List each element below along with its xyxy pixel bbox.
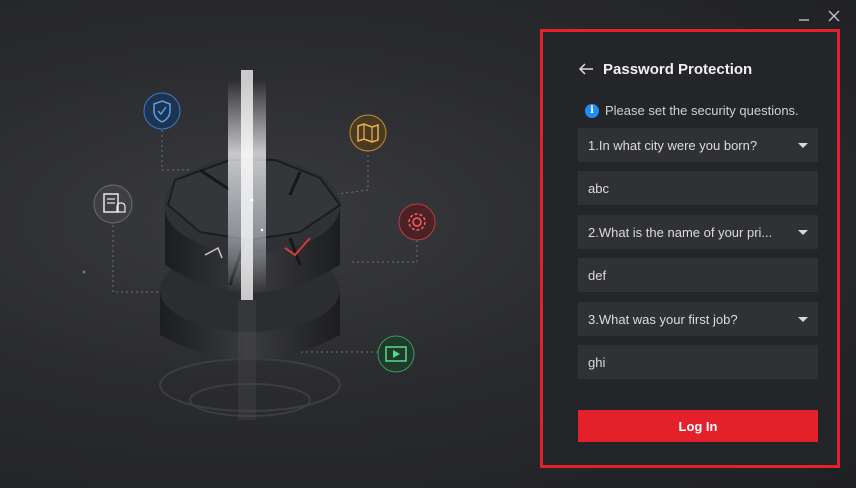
answer-3-field[interactable]: ghi xyxy=(578,345,818,379)
document-badge xyxy=(93,184,133,224)
close-icon xyxy=(828,10,840,22)
answer-2-value: def xyxy=(588,267,607,283)
security-hint: i Please set the security questions. xyxy=(585,103,799,118)
question-3-select[interactable]: 3.What was your first job? xyxy=(578,302,818,336)
window-controls xyxy=(796,8,842,24)
security-illustration xyxy=(82,70,436,420)
shield-badge xyxy=(143,92,181,130)
chevron-down-icon xyxy=(798,316,808,322)
question-1-label: 1.In what city were you born? xyxy=(588,137,758,153)
video-badge xyxy=(377,335,415,373)
map-badge xyxy=(349,114,387,152)
minimize-button[interactable] xyxy=(796,8,812,24)
question-2-label: 2.What is the name of your pri... xyxy=(588,224,773,240)
gear-badge xyxy=(398,203,436,241)
answer-1-field[interactable]: abc xyxy=(578,171,818,205)
back-button[interactable] xyxy=(577,60,595,78)
chevron-down-icon xyxy=(798,229,808,235)
question-3-label: 3.What was your first job? xyxy=(588,311,738,327)
answer-3-value: ghi xyxy=(588,354,606,370)
login-button[interactable]: Log In xyxy=(578,410,818,442)
close-button[interactable] xyxy=(826,8,842,24)
back-arrow-icon xyxy=(578,63,593,75)
answer-2-field[interactable]: def xyxy=(578,258,818,292)
panel-title: Password Protection xyxy=(603,60,753,78)
minimize-icon xyxy=(799,19,809,21)
chevron-down-icon xyxy=(798,142,808,148)
answer-1-value: abc xyxy=(588,180,609,196)
info-icon: i xyxy=(585,103,599,118)
question-2-select[interactable]: 2.What is the name of your pri... xyxy=(578,215,818,249)
password-protection-panel: Password Protection i Please set the sec… xyxy=(540,29,840,468)
hint-text: Please set the security questions. xyxy=(605,103,799,118)
panel-header: Password Protection xyxy=(577,60,752,78)
question-1-select[interactable]: 1.In what city were you born? xyxy=(578,128,818,162)
